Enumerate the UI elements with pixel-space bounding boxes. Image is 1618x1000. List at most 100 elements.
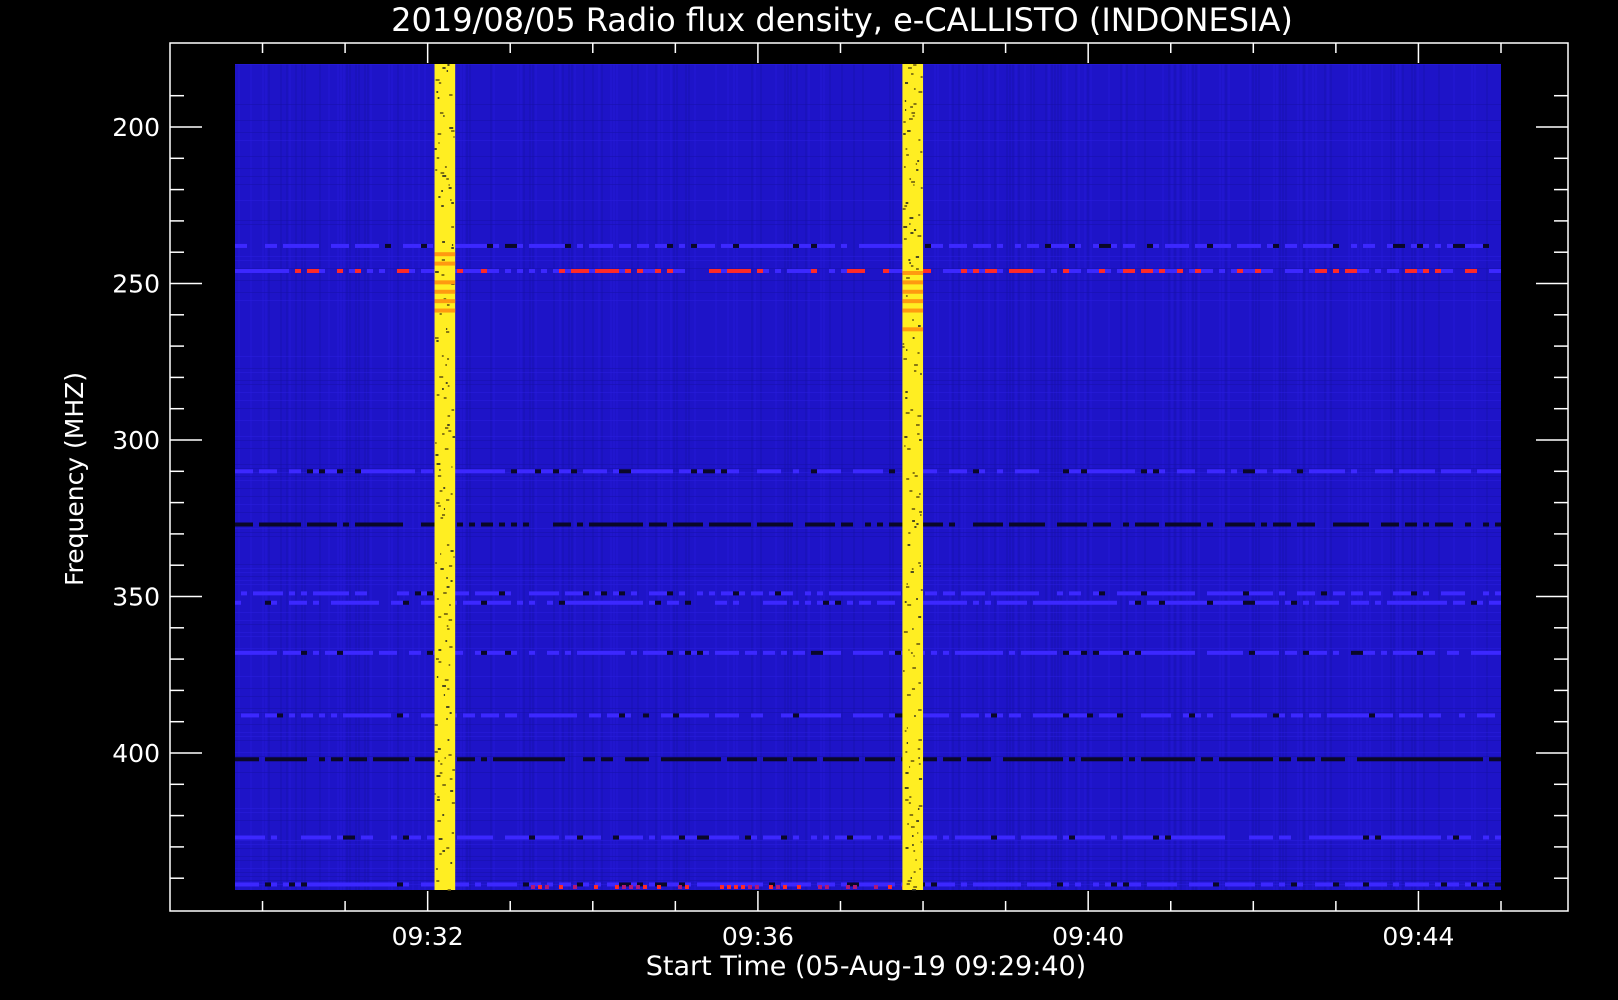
- rfi-band-segment: [1015, 469, 1021, 474]
- rfi-band-segment: [925, 600, 931, 605]
- rfi-band-segment: [319, 268, 325, 273]
- rfi-band-segment: [697, 522, 703, 527]
- rfi-band-segment: [589, 522, 595, 527]
- rfi-band-segment: [775, 268, 781, 273]
- rfi-band-segment: [1273, 650, 1279, 655]
- rfi-band-segment: [823, 522, 829, 527]
- rfi-band-segment: [1399, 600, 1405, 605]
- rfi-band-segment: [457, 268, 463, 273]
- rfi-band-segment: [865, 713, 871, 718]
- rfi-band-segment: [997, 243, 1003, 248]
- rfi-band-segment: [1201, 243, 1207, 248]
- rfi-band-segment: [643, 650, 649, 655]
- rfi-band-segment: [1483, 469, 1489, 474]
- rfi-band-segment: [373, 757, 379, 762]
- rfi-band-segment: [955, 243, 961, 248]
- rfi-band-segment: [607, 757, 613, 762]
- rfi-band-segment: [1165, 835, 1171, 840]
- rfi-band-segment: [1039, 757, 1045, 762]
- channel-row: [235, 496, 1501, 497]
- rfi-band-segment: [817, 469, 823, 474]
- rfi-band-segment: [847, 600, 853, 605]
- burst-texture: [435, 562, 437, 564]
- rfi-band-segment: [667, 757, 673, 762]
- rfi-band-segment: [541, 243, 547, 248]
- channel-row: [235, 64, 1501, 65]
- rfi-band-segment: [853, 757, 859, 762]
- rfi-band-segment: [415, 757, 421, 762]
- rfi-band-segment: [529, 757, 535, 762]
- channel-row: [235, 448, 1501, 449]
- burst-texture: [912, 667, 916, 669]
- rfi-band-segment: [1081, 713, 1087, 718]
- rfi-band-segment: [493, 650, 499, 655]
- rfi-band-segment: [1249, 713, 1255, 718]
- rfi-band-segment: [1345, 268, 1351, 273]
- rfi-band-segment: [799, 268, 805, 273]
- rfi-band-segment: [1411, 591, 1417, 596]
- rfi-band-segment: [853, 835, 859, 840]
- rfi-band-segment: [1153, 522, 1159, 527]
- rfi-band-segment: [511, 882, 517, 887]
- burst-texture: [438, 505, 441, 507]
- rfi-band-segment: [529, 713, 535, 718]
- burst-texture: [443, 487, 446, 489]
- burst-texture: [910, 877, 912, 879]
- rfi-band-segment: [1141, 469, 1147, 474]
- rfi-band-segment: [1027, 650, 1033, 655]
- rfi-band-segment: [1447, 650, 1453, 655]
- rfi-band-segment: [1063, 713, 1069, 718]
- rfi-band-segment: [625, 522, 631, 527]
- rfi-band-segment: [625, 469, 631, 474]
- rfi-band-segment: [1027, 757, 1033, 762]
- burst-texture: [447, 628, 450, 630]
- burst-texture: [446, 544, 450, 546]
- burst-texture: [905, 799, 909, 801]
- rfi-band-segment: [625, 713, 631, 718]
- rfi-band-segment: [589, 713, 595, 718]
- burst-texture: [439, 313, 442, 315]
- rfi-band-segment: [295, 600, 301, 605]
- rfi-band-segment: [307, 469, 313, 474]
- burst-texture: [914, 364, 918, 366]
- rfi-band-segment: [979, 757, 985, 762]
- rfi-band-segment: [889, 650, 895, 655]
- rfi-band-segment: [1027, 591, 1033, 596]
- rfi-band-segment: [1033, 591, 1039, 596]
- rfi-band-segment: [1189, 469, 1195, 474]
- rfi-band-segment: [1393, 882, 1399, 887]
- rfi-band-segment: [1045, 243, 1051, 248]
- rfi-band-segment: [781, 591, 787, 596]
- burst-texture: [917, 748, 921, 750]
- rfi-band-segment: [949, 591, 955, 596]
- burst-texture: [437, 820, 441, 822]
- y-tick-label: 200: [112, 113, 160, 142]
- rfi-band-segment: [1429, 650, 1435, 655]
- rfi-band-segment: [1093, 600, 1099, 605]
- rfi-band-segment: [397, 757, 403, 762]
- rfi-band-segment: [1027, 243, 1033, 248]
- rfi-band-segment: [481, 600, 487, 605]
- rfi-band-segment: [1051, 757, 1057, 762]
- rfi-band-segment: [367, 268, 373, 273]
- rfi-band-segment: [601, 522, 607, 527]
- rfi-band-segment: [961, 835, 967, 840]
- rfi-band-segment: [745, 650, 751, 655]
- rfi-band-segment: [1183, 591, 1189, 596]
- rfi-band-segment: [511, 835, 517, 840]
- speckle: [796, 885, 801, 889]
- rfi-band-segment: [1219, 469, 1225, 474]
- rfi-band-segment: [541, 835, 547, 840]
- rfi-band-segment: [709, 757, 715, 762]
- rfi-band-segment: [1381, 882, 1387, 887]
- burst-texture: [441, 190, 443, 192]
- rfi-band-segment: [271, 469, 277, 474]
- rfi-band-segment: [817, 713, 823, 718]
- rfi-band-segment: [661, 713, 667, 718]
- rfi-band-segment: [781, 522, 787, 527]
- speckle: [684, 885, 689, 889]
- burst-texture: [446, 625, 449, 627]
- rfi-band-segment: [997, 882, 1003, 887]
- rfi-band-segment: [1177, 243, 1183, 248]
- rfi-band-segment: [343, 522, 349, 527]
